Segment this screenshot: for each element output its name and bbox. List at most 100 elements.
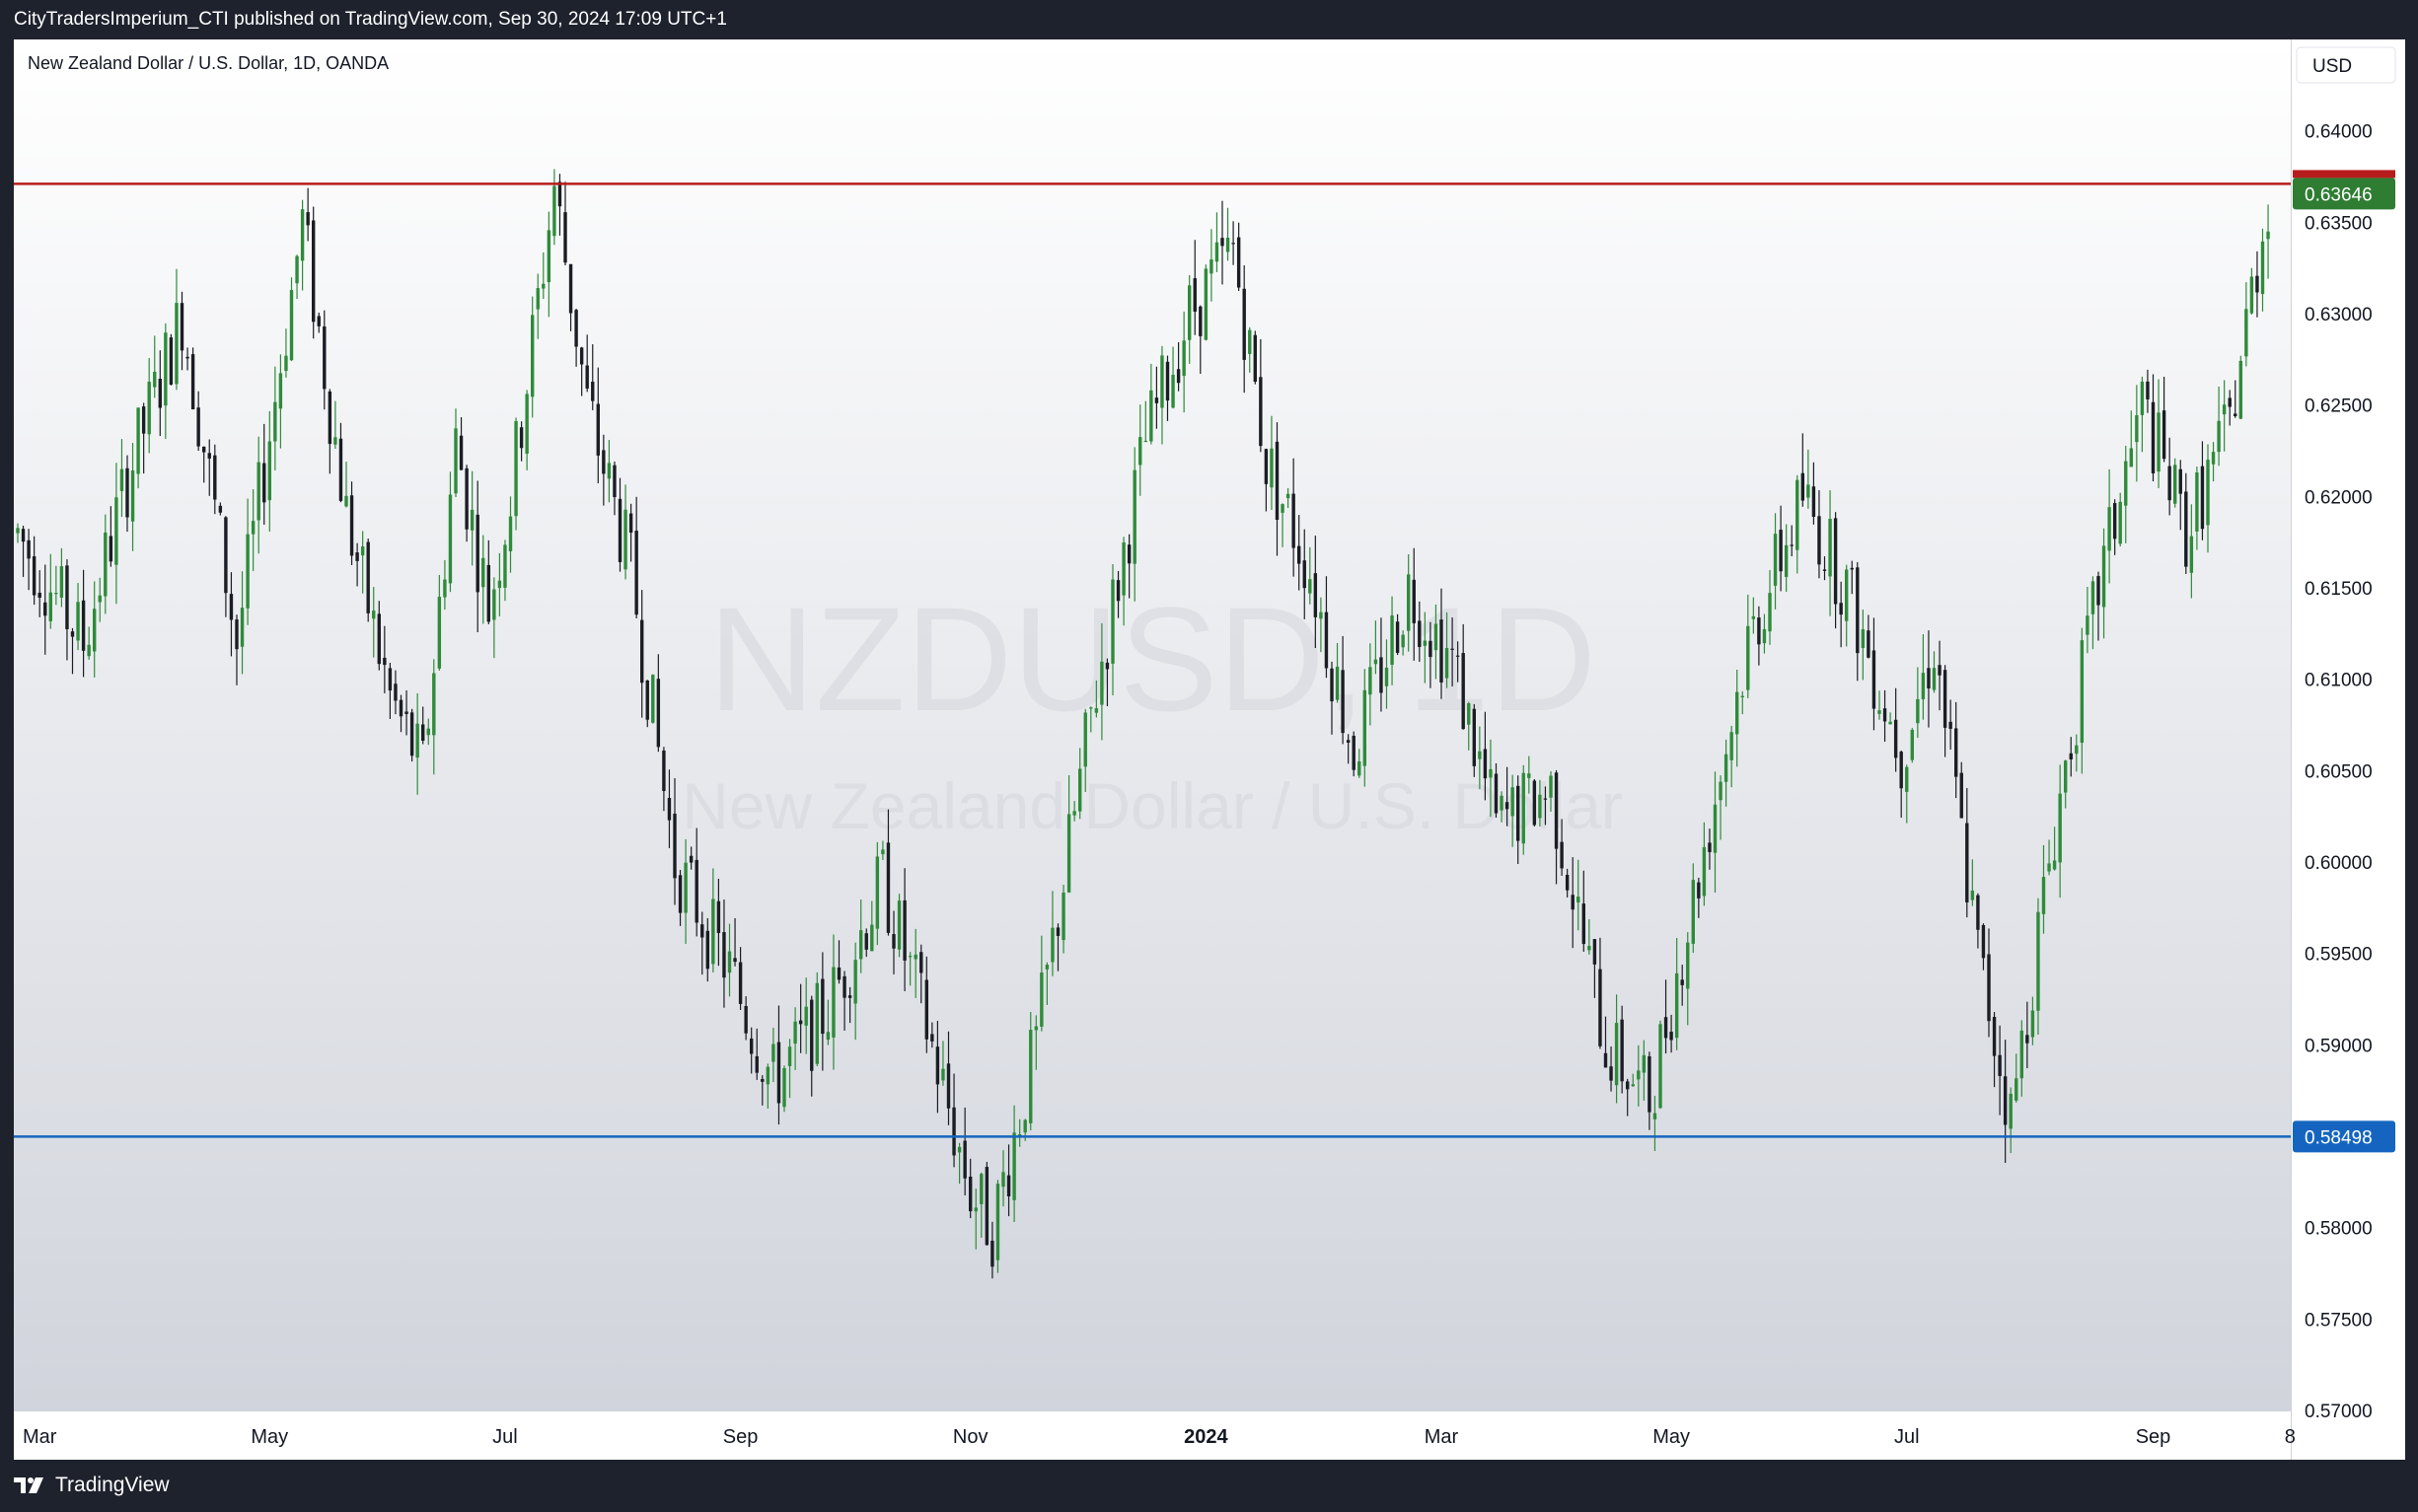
candle-down [394, 684, 398, 701]
candle-down [613, 465, 617, 498]
candle-up [1828, 519, 1832, 577]
candle-up [59, 566, 64, 598]
candle-up [995, 1184, 1000, 1260]
candle-up [1111, 579, 1115, 664]
candle-down [141, 406, 146, 434]
candle-up [2041, 877, 2046, 914]
candle-down [755, 1055, 759, 1073]
candle-up [1281, 504, 1284, 513]
candle-up [2047, 863, 2051, 872]
candle-down [1620, 1019, 1624, 1082]
price-tick-label: 0.59500 [2305, 945, 2373, 966]
candle-up [1143, 440, 1147, 443]
candle-down [700, 924, 704, 938]
candle-down [985, 1167, 989, 1246]
candle-down [1176, 369, 1181, 384]
candle-down [1833, 518, 1838, 605]
candle-up [76, 602, 80, 641]
candle-down [761, 1079, 765, 1082]
candle-down [306, 212, 310, 226]
candle-down [585, 365, 589, 389]
candle-up [771, 1044, 775, 1062]
candle-up [278, 373, 283, 409]
candle-up [1735, 691, 1739, 735]
candle-up [1576, 897, 1580, 902]
candle-up [492, 589, 496, 620]
candle-up [1631, 1084, 1635, 1087]
candle-down [1418, 620, 1422, 647]
candle-down [2151, 401, 2156, 473]
candle-down [2069, 753, 2073, 759]
candle-down [557, 181, 562, 207]
candle-down [1998, 1054, 2002, 1076]
candle-down [563, 212, 567, 263]
candle-up [1768, 593, 1772, 632]
candle-down [2146, 381, 2150, 399]
candle-up [1122, 541, 1126, 596]
candle-up [1270, 448, 1274, 488]
candle-down [628, 513, 633, 534]
candle-up [1160, 355, 1164, 408]
candle-up [1674, 972, 1679, 1039]
candle-up [1029, 1030, 1033, 1123]
candle-up [1795, 479, 1799, 550]
candle-down [1330, 668, 1334, 702]
candle-down [935, 1046, 940, 1085]
candle-up [1444, 648, 1449, 679]
candle-up [240, 608, 245, 647]
candle-up [727, 951, 732, 973]
candle-up [1138, 437, 1142, 466]
candle-up [1308, 579, 1312, 594]
candle-down [328, 391, 332, 445]
candle-down [1871, 650, 1876, 709]
candle-down [366, 541, 370, 613]
candle-down [673, 813, 677, 879]
candle-up [246, 534, 250, 609]
candle-down [65, 565, 69, 629]
candle-down [1603, 1052, 1608, 1068]
candle-down [2234, 413, 2237, 416]
candle-up [2135, 415, 2139, 443]
candle-up [914, 954, 917, 960]
candle-up [300, 209, 305, 261]
candle-up [1248, 329, 1252, 354]
candle-down [1259, 377, 1263, 447]
price-scale-background [2291, 39, 2405, 1460]
candle-down [1663, 1017, 1668, 1039]
candle-up [2118, 501, 2122, 544]
candle-down [1800, 472, 1804, 501]
candle-up [711, 899, 715, 965]
candle-up [536, 288, 540, 310]
candle-up [2015, 1078, 2018, 1101]
candle-down [1581, 903, 1585, 945]
candle-down [1882, 708, 1887, 722]
candle-up [1521, 772, 1525, 844]
candle-up [1214, 242, 1219, 262]
candle-down [486, 564, 490, 622]
candle-up [267, 441, 271, 501]
price-chart[interactable]: NZDUSD, 1D New Zealand Dollar / U.S. Dol… [14, 39, 2405, 1460]
candle-down [1592, 939, 1597, 965]
candle-down [678, 875, 683, 913]
candle-down [821, 978, 825, 1035]
time-scale-background [14, 1410, 2291, 1460]
candle-down [1006, 1175, 1011, 1196]
candle-down [843, 975, 846, 998]
candle-up [443, 579, 447, 598]
candle-up [1062, 893, 1065, 941]
tradingview-logo[interactable]: TradingView [14, 1474, 170, 1497]
candle-up [98, 595, 102, 603]
price-axis[interactable]: 0.64000 0.63500 0.63000 0.62500 0.62000 0.615… [2305, 122, 2373, 1422]
candle-up [1078, 768, 1082, 812]
candle-down [1976, 895, 1980, 930]
candle-up [1877, 710, 1881, 714]
candle-down [1680, 979, 1684, 985]
candle-up [432, 673, 436, 736]
candle-up [684, 862, 688, 913]
candle-up [2222, 404, 2227, 415]
chart-area[interactable]: NZDUSD, 1D New Zealand Dollar / U.S. Dol… [14, 39, 2405, 1460]
candle-down [886, 842, 891, 933]
candle-down [574, 310, 578, 347]
candle-up [1051, 927, 1055, 963]
candle-down [2167, 466, 2171, 501]
